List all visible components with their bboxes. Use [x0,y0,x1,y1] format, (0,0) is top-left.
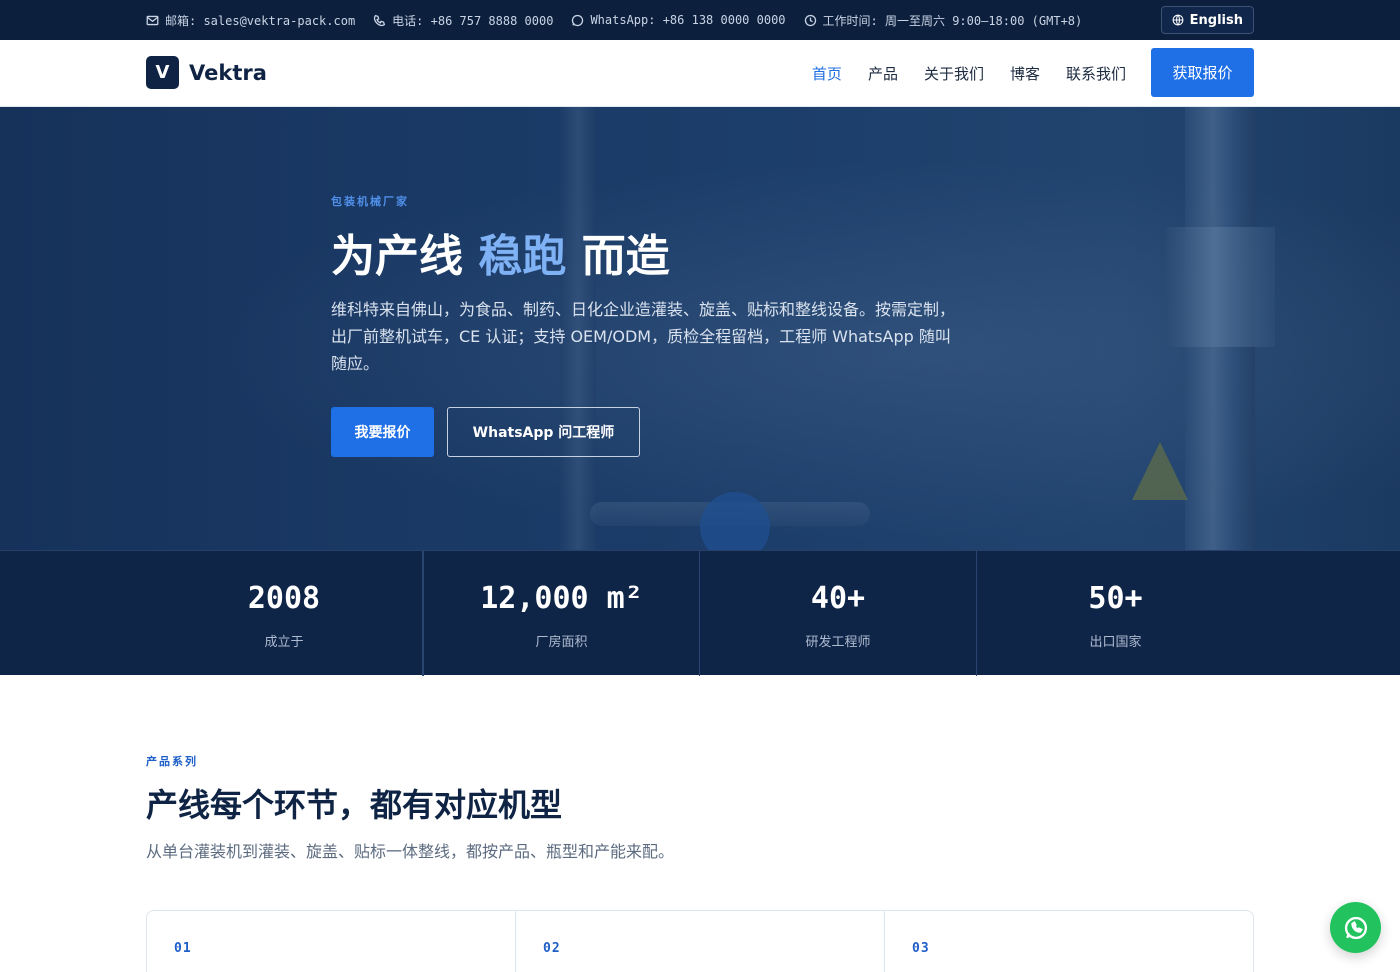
top-info-bar: 邮箱: sales@vektra-pack.com 电话: +86 757 88… [0,0,1400,40]
product-card-number: 03 [912,941,930,956]
nav-item-blog[interactable]: 博客 [1010,63,1040,84]
stat-value: 12,000 m² [480,581,643,616]
whatsapp-float-button[interactable] [1330,902,1381,953]
stat-value: 2008 [247,581,321,616]
hero-title: 为产线 稳跑 而造 [331,220,670,284]
whatsapp-info[interactable]: WhatsApp: +86 138 0000 0000 [571,13,786,27]
products-eyebrow: 产品系列 [146,755,198,768]
phone-text: 电话: +86 757 8888 0000 [392,13,554,28]
stat-value: 50+ [1088,581,1143,616]
hero-title-highlight: 稳跑 [478,231,567,282]
phone-info[interactable]: 电话: +86 757 8888 0000 [373,12,553,29]
stat-founded: 2008 成立于 [146,551,423,676]
request-quote-button[interactable]: 我要报价 [331,407,434,457]
products-subtitle: 从单台灌装机到灌装、旋盖、贴标一体整线，都按产品、瓶型和产能来配。 [146,842,675,861]
hours-info: 工作时间: 周一至周六 9:00–18:00 (GMT+8) [804,12,1083,29]
nav-item-about[interactable]: 关于我们 [924,63,984,84]
mail-icon [146,15,159,25]
product-card[interactable]: 03 [885,911,1254,972]
stat-label: 成立于 [264,635,304,650]
products-title: 产线每个环节，都有对应机型 [146,786,563,824]
product-card[interactable]: 01 [147,911,516,972]
product-card[interactable]: 02 [516,911,885,972]
email-text: 邮箱: sales@vektra-pack.com [165,13,356,28]
stat-label: 出口国家 [1089,635,1142,650]
hours-text: 工作时间: 周一至周六 9:00–18:00 (GMT+8) [822,13,1083,28]
main-header: V Vektra 首页 产品 关于我们 博客 联系我们 获取报价 [0,40,1400,107]
stats-bar: 2008 成立于 12,000 m² 厂房面积 40+ 研发工程师 50+ 出口… [0,550,1400,676]
whatsapp-engineer-button[interactable]: WhatsApp 问工程师 [447,407,640,457]
stat-label: 厂房面积 [535,635,588,650]
phone-icon [374,14,386,26]
hero-title-pre: 为产线 [331,231,479,282]
stat-value: 40+ [810,581,866,616]
get-quote-button[interactable]: 获取报价 [1151,48,1254,97]
whatsapp-icon [1344,916,1367,939]
whatsapp-text: WhatsApp: +86 138 0000 0000 [590,13,786,27]
product-card-number: 01 [174,941,192,956]
stat-export-countries: 50+ 出口国家 [977,551,1254,676]
hero-eyebrow: 包装机械厂家 [331,195,409,208]
site-logo[interactable]: V Vektra [146,56,267,89]
main-nav: 首页 产品 关于我们 博客 联系我们 [786,40,1126,106]
stat-engineers: 40+ 研发工程师 [700,551,977,676]
stat-factory-area: 12,000 m² 厂房面积 [423,551,700,676]
logo-mark: V [146,56,179,89]
stat-label: 研发工程师 [805,635,871,650]
language-switch-button[interactable]: English [1160,6,1254,34]
hero-title-post: 而造 [566,231,670,282]
logo-text: Vektra [189,60,267,85]
product-card-number: 02 [543,941,561,956]
email-info[interactable]: 邮箱: sales@vektra-pack.com [146,12,355,29]
whatsapp-icon [572,14,584,26]
nav-item-contact[interactable]: 联系我们 [1066,63,1126,84]
nav-item-home[interactable]: 首页 [812,63,842,84]
hero-description: 维科特来自佛山，为食品、制药、日化企业造灌装、旋盖、贴标和整线设备。按需定制，出… [331,300,956,373]
product-cards: 01 02 03 [146,910,1254,972]
globe-icon [1172,14,1184,26]
language-label: English [1189,12,1243,28]
clock-icon [804,14,816,26]
hero-decor-fitting [1165,227,1275,347]
warning-sign-icon [1132,442,1188,500]
nav-item-products[interactable]: 产品 [868,63,898,84]
